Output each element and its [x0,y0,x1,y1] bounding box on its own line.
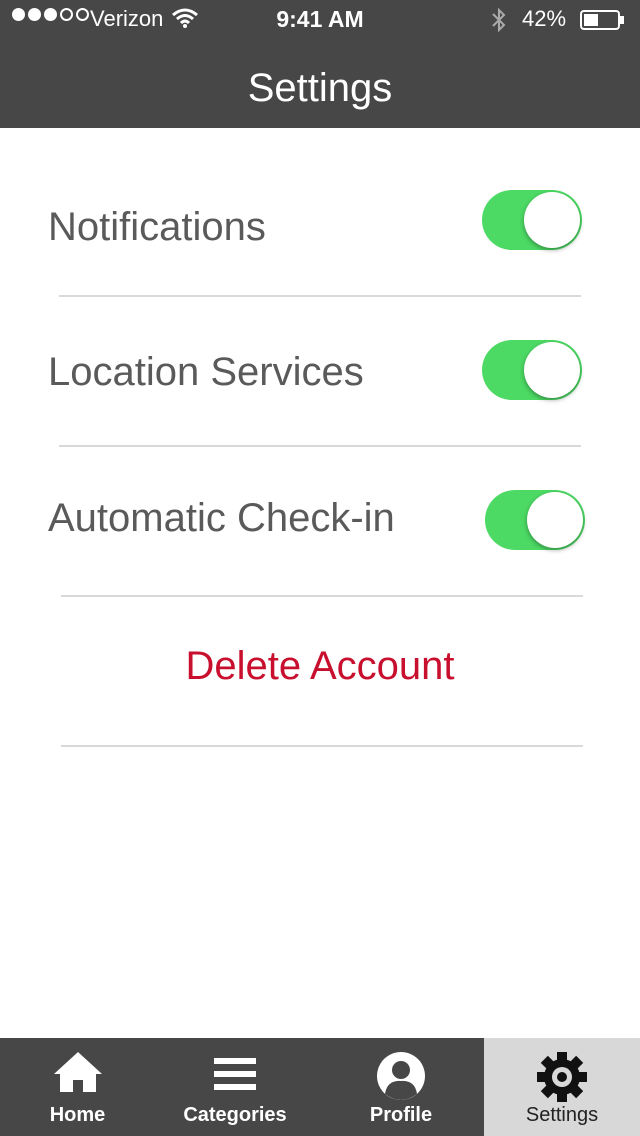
separator [59,295,581,297]
separator [59,445,581,447]
tab-profile-label: Profile [369,1104,433,1126]
tab-home-label: Home [49,1104,106,1126]
profile-icon [375,1050,427,1107]
bluetooth-icon [490,7,508,39]
navigation-header: Verizon 9:41 AM 42% Settings [0,0,640,128]
home-icon [52,1050,104,1099]
delete-account-button[interactable]: Delete Account [0,644,640,689]
notifications-toggle[interactable] [482,190,582,250]
page-title: Settings [247,66,393,110]
battery-percentage: 42% [522,6,567,31]
status-bar: Verizon 9:41 AM 42% [0,0,640,40]
separator [61,745,583,747]
toggle-knob [524,192,580,248]
separator [61,595,583,597]
toggle-knob [527,492,583,548]
menu-icon [212,1050,258,1099]
location-services-toggle[interactable] [482,340,582,400]
automatic-checkin-toggle[interactable] [485,490,585,550]
tab-settings-label: Settings [525,1104,599,1126]
gear-icon [535,1050,589,1109]
tab-profile[interactable]: Profile [320,1038,482,1136]
battery-icon [580,10,624,30]
tab-bar: Home Categories Profile Settings [0,1038,640,1136]
tab-categories-label: Categories [183,1104,287,1126]
automatic-checkin-label: Automatic Check-in [48,496,395,540]
tab-settings[interactable]: Settings [484,1038,640,1136]
notifications-label: Notifications [48,205,266,249]
toggle-knob [524,342,580,398]
tab-home[interactable]: Home [0,1038,155,1136]
location-services-label: Location Services [48,350,364,394]
tab-categories[interactable]: Categories [155,1038,315,1136]
